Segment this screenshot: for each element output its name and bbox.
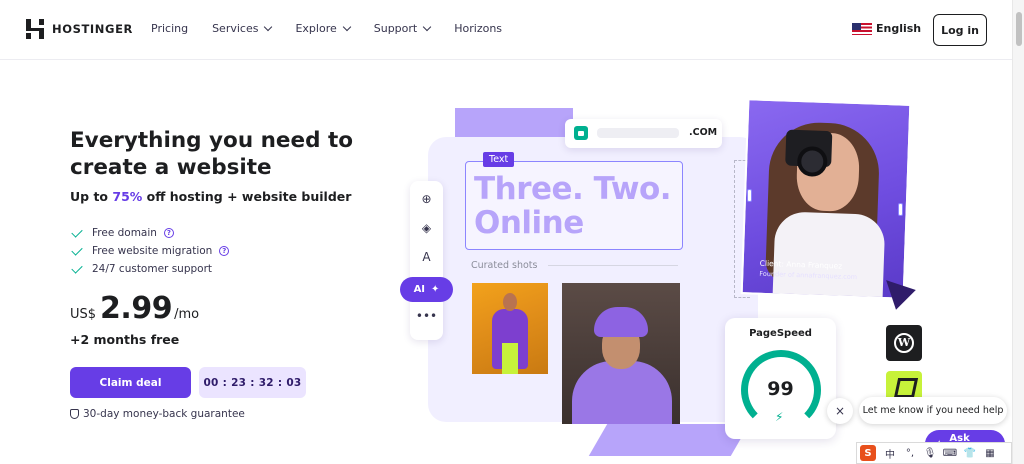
divider <box>548 265 678 266</box>
language-selector[interactable]: English <box>852 22 921 35</box>
ime-toolbar: S 中 °, 🎙 ⌨ 👕 ▦ <box>856 442 1012 464</box>
info-icon[interactable]: ? <box>163 228 174 238</box>
check-icon <box>71 243 83 256</box>
headline-line: Three. Two. <box>474 171 672 207</box>
feature-label: 24/7 customer support <box>92 263 213 275</box>
nav-label: Pricing <box>151 22 189 35</box>
ai-button: AI ✦ <box>400 277 453 302</box>
resize-handle <box>747 189 752 202</box>
pagespeed-card: PageSpeed 99 ⚡ <box>725 318 836 439</box>
site-header: HOSTINGER Pricing Services Explore Suppo… <box>0 0 1012 60</box>
hostinger-logo[interactable]: HOSTINGER <box>26 19 133 39</box>
lock-icon <box>574 126 588 140</box>
skin-icon[interactable]: 👕 <box>960 443 980 463</box>
us-flag-icon <box>852 22 872 35</box>
claim-deal-button[interactable]: Claim deal <box>70 367 191 398</box>
resize-handle <box>898 203 903 216</box>
domain-bar: .COM <box>565 119 722 148</box>
ai-label: AI <box>413 284 426 295</box>
price-amount: 2.99 <box>100 291 173 326</box>
layers-icon: ◈ <box>421 220 432 235</box>
more-icon: ••• <box>415 308 438 323</box>
countdown-timer: 00 : 23 : 32 : 03 <box>199 367 306 398</box>
price-period: /mo <box>174 307 200 322</box>
curated-label: Curated shots <box>471 260 538 271</box>
money-back-guarantee: 30-day money-back guarantee <box>70 408 245 420</box>
logo-text: HOSTINGER <box>52 22 133 36</box>
headline-line: Online <box>474 205 584 241</box>
fashion-photo <box>472 283 548 374</box>
domain-tld: .COM <box>689 127 718 138</box>
add-icon: ⊕ <box>421 191 432 206</box>
login-button[interactable]: Log in <box>933 14 987 46</box>
bonus-text: +2 months free <box>70 332 180 347</box>
client-photo: Client: Anna Franquez Founder of annafra… <box>740 98 912 300</box>
keyboard-icon[interactable]: ⌨ <box>940 443 960 463</box>
nav-label: Explore <box>295 22 337 35</box>
guarantee-label: 30-day money-back guarantee <box>83 408 245 420</box>
headline-preview: Three. Two. Online <box>474 171 672 241</box>
nav-support[interactable]: Support <box>373 22 432 35</box>
feature-list: Free domain ? Free website migration ? 2… <box>71 224 230 278</box>
shield-icon <box>70 409 79 419</box>
sparkle-icon: ✦ <box>431 284 440 295</box>
info-icon[interactable]: ? <box>219 246 230 256</box>
feature-label: Free domain <box>92 227 157 239</box>
page-scrollbar[interactable] <box>1012 0 1024 464</box>
text-style-icon: A <box>422 249 431 264</box>
scrollbar-thumb[interactable] <box>1016 12 1022 46</box>
wordpress-icon: W <box>886 325 922 361</box>
grid-menu-icon[interactable]: ▦ <box>980 443 1000 463</box>
nav-explore[interactable]: Explore <box>295 22 351 35</box>
feature-item: Free website migration ? <box>71 242 230 260</box>
chevron-down-icon <box>264 22 273 32</box>
nav-pricing[interactable]: Pricing <box>151 22 188 35</box>
nav-label: Horizons <box>454 22 503 35</box>
hostinger-logo-icon <box>26 19 44 39</box>
check-icon <box>71 225 83 238</box>
feature-item: Free domain ? <box>71 224 229 242</box>
pagespeed-label: PageSpeed <box>749 328 812 339</box>
punctuation-icon[interactable]: °, <box>900 443 920 463</box>
chat-prompt[interactable]: Let me know if you need help <box>859 397 1007 424</box>
feature-item: 24/7 customer support <box>71 260 229 278</box>
price-currency: US$ <box>70 307 97 322</box>
chinese-mode-toggle[interactable]: 中 <box>880 443 900 463</box>
chevron-down-icon <box>422 22 432 32</box>
hero-title: Everything you need to create a website <box>70 128 354 180</box>
nav-services[interactable]: Services <box>212 22 273 35</box>
microphone-icon[interactable]: 🎙 <box>920 443 940 463</box>
subtitle-prefix: Up to <box>70 189 113 204</box>
nav-horizons[interactable]: Horizons <box>454 22 502 35</box>
discount-highlight: 75% <box>112 189 143 204</box>
hero-subtitle: Up to 75% off hosting + website builder <box>70 189 351 204</box>
main-nav: Pricing Services Explore Support Horizon… <box>151 22 526 35</box>
decorative-shape <box>455 108 573 138</box>
language-label: English <box>876 22 922 35</box>
subtitle-suffix: off hosting + website builder <box>142 189 352 204</box>
domain-placeholder <box>597 128 679 138</box>
text-tag: Text <box>483 152 515 167</box>
chevron-down-icon <box>342 22 351 32</box>
nav-label: Services <box>212 22 259 35</box>
bolt-icon: ⚡ <box>775 410 784 424</box>
price: US$ 2.99 /mo <box>70 291 199 326</box>
nav-label: Support <box>373 22 418 35</box>
pagespeed-score: 99 <box>767 378 794 400</box>
close-chat-button[interactable]: × <box>827 398 853 424</box>
sogou-logo-icon[interactable]: S <box>860 445 876 461</box>
portrait-photo <box>562 283 680 424</box>
feature-label: Free website migration <box>92 245 213 257</box>
builder-toolbar: ⊕ ◈ A ••• <box>410 181 443 340</box>
check-icon <box>71 261 83 274</box>
